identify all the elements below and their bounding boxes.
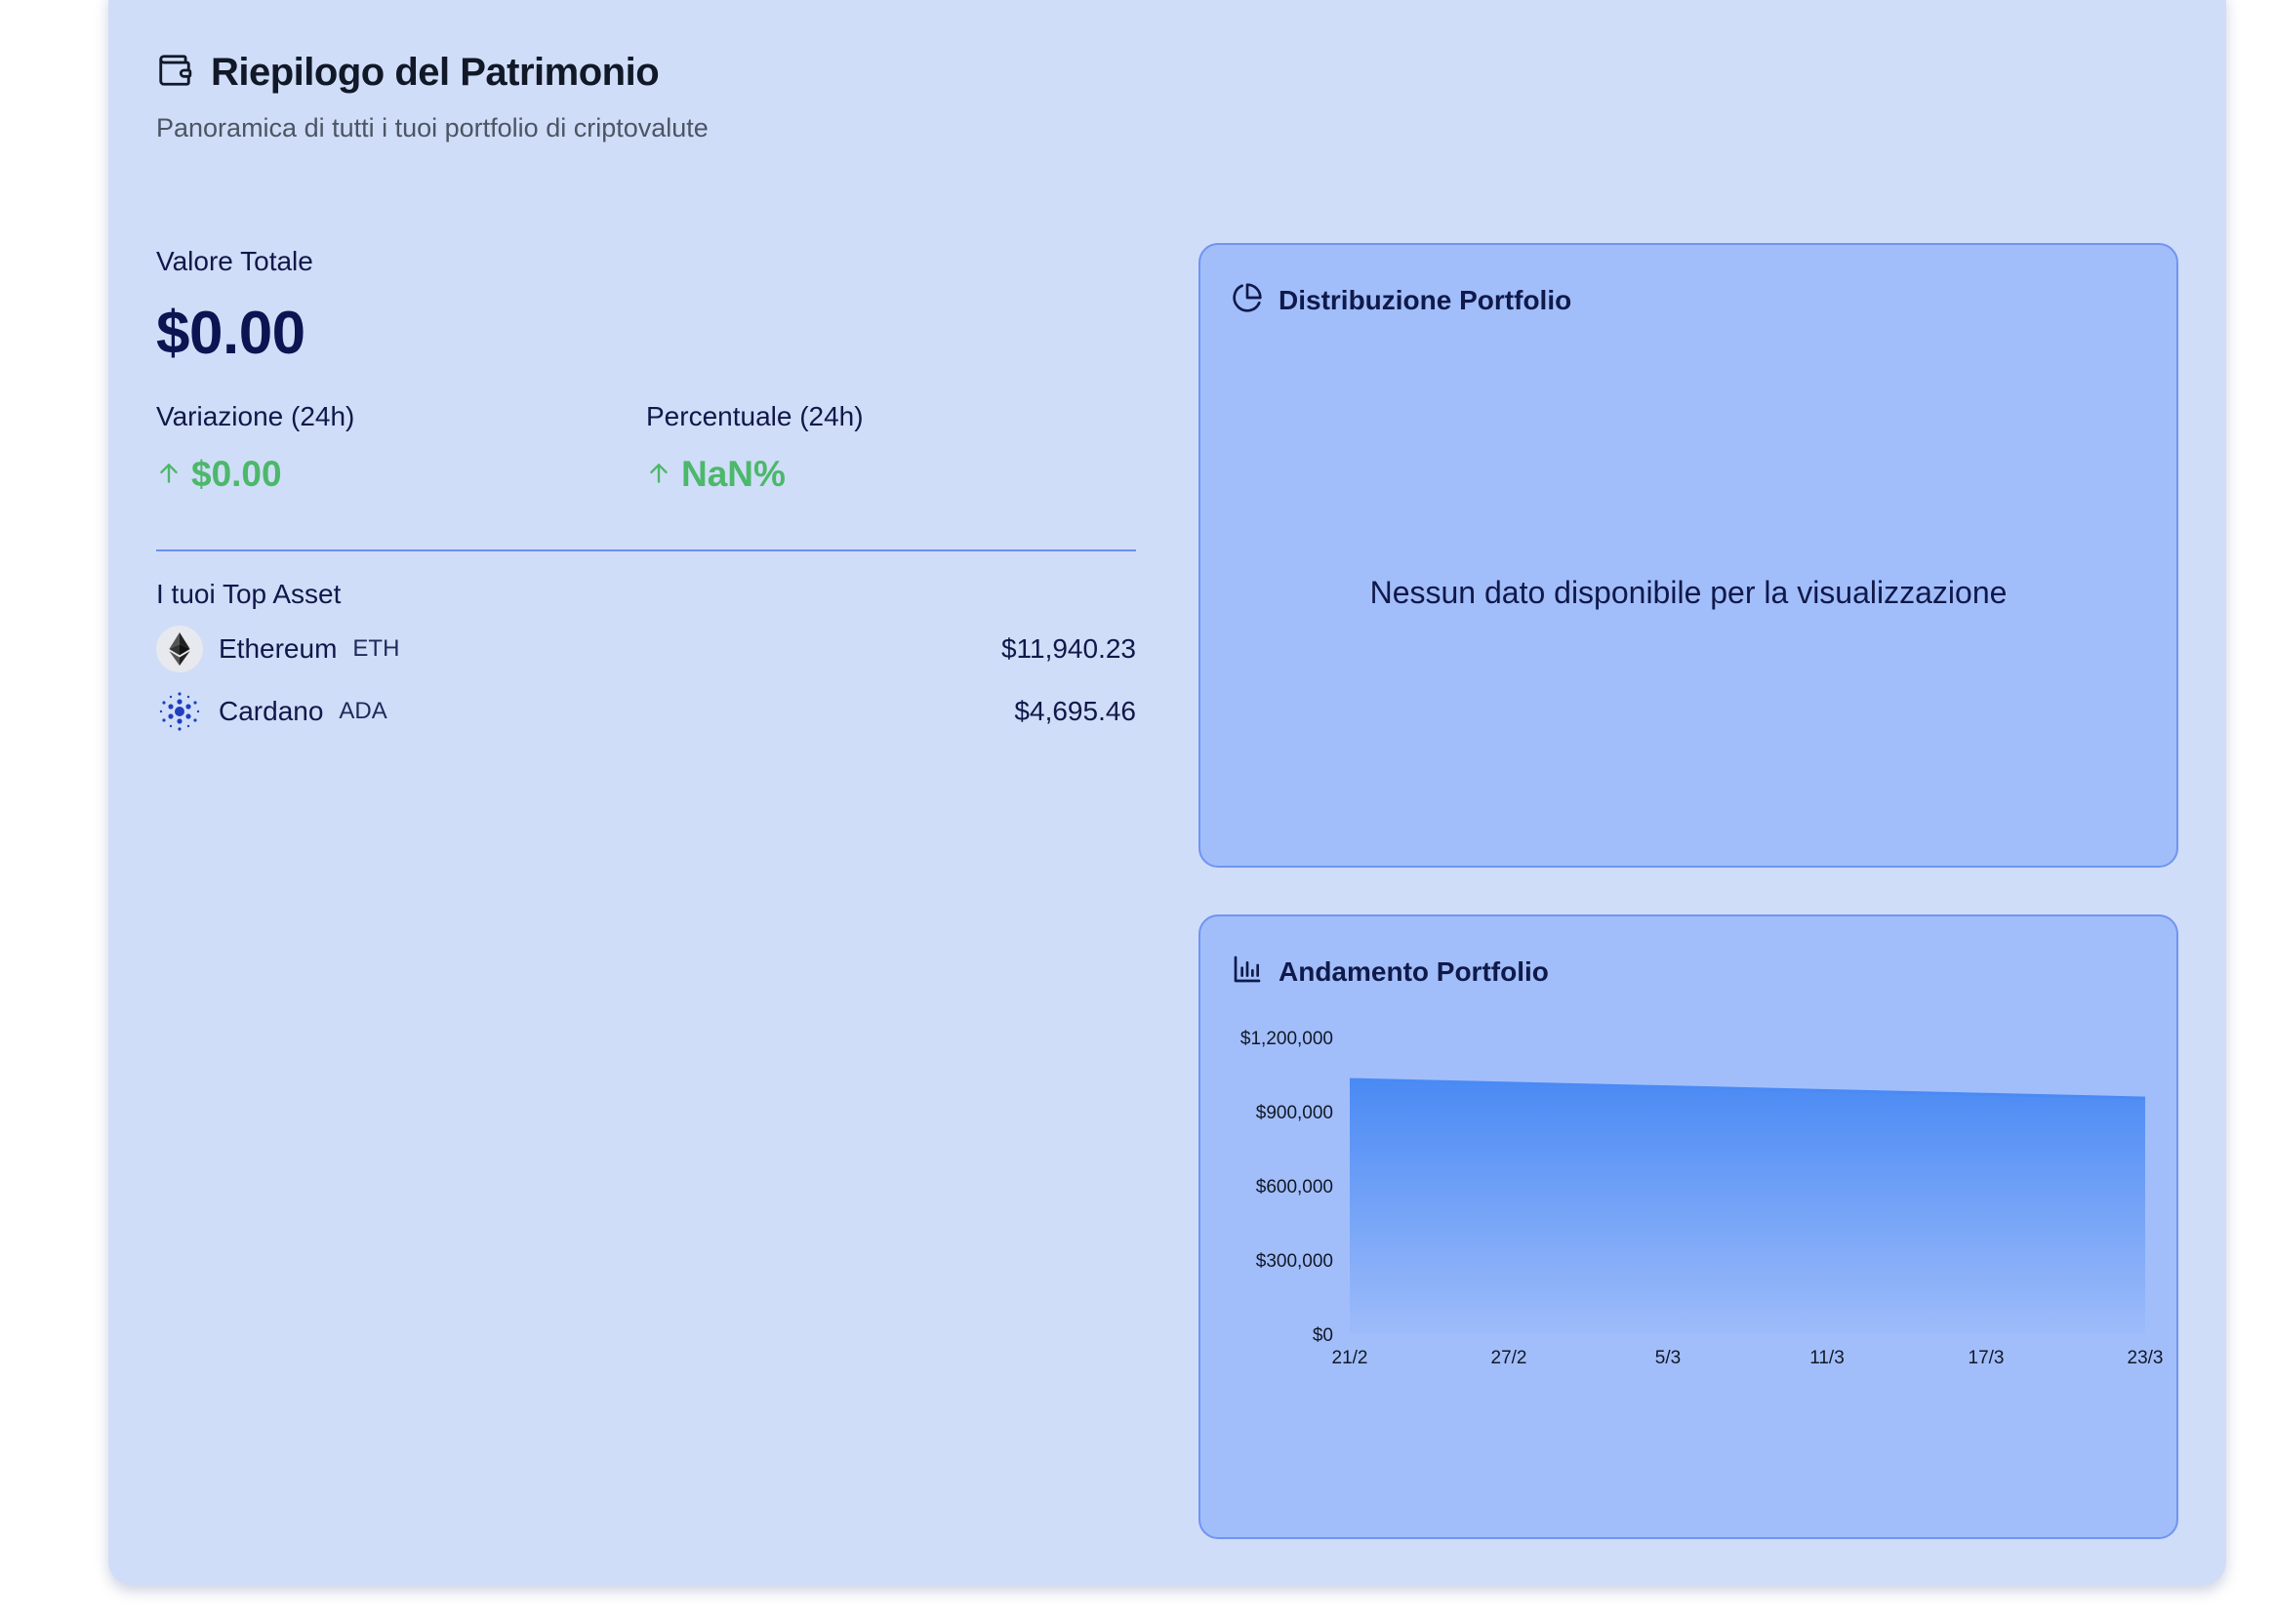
x-tick-label: 17/3 (1969, 1348, 2005, 1368)
changes-row: Variazione (24h) $0.00 Percentuale (24h)… (156, 401, 1136, 495)
change-24h: Variazione (24h) $0.00 (156, 401, 646, 495)
trend-chart: $0 $300,000 $600,000 $900,000 $1,200,000 21/2… (1240, 1029, 2164, 1368)
asset-value: $4,695.46 (1014, 696, 1136, 726)
distribution-header: Distribuzione Portfolio (1232, 282, 1571, 318)
asset-row-ethereum[interactable]: Ethereum ETH $11,940.23 (156, 626, 1136, 672)
percent-value-row: NaN% (646, 454, 1136, 495)
summary-section: Valore Totale $0.00 Variazione (24h) $0.… (156, 246, 1136, 735)
page-title: Riepilogo del Patrimonio (211, 50, 660, 94)
y-tick-label: $0 (1313, 1325, 1333, 1346)
x-tick-label: 11/3 (1809, 1348, 1845, 1368)
header: Riepilogo del Patrimonio Panoramica di t… (156, 51, 709, 143)
page-subtitle: Panoramica di tutti i tuoi portfolio di … (156, 113, 709, 142)
asset-value: $11,940.23 (1000, 633, 1136, 664)
ethereum-icon (156, 626, 203, 672)
change-value: $0.00 (191, 454, 282, 494)
area-fill (1350, 1079, 2145, 1334)
arrow-up-icon (156, 454, 182, 495)
x-tick-label: 23/3 (2128, 1348, 2164, 1368)
distribution-panel: Distribuzione Portfolio Nessun dato disp… (1198, 243, 2178, 868)
pie-chart-icon (1232, 282, 1263, 318)
empty-message: Nessun dato disponibile per la visualizz… (1369, 575, 2008, 610)
title-row: Riepilogo del Patrimonio (156, 51, 709, 94)
cardano-icon (156, 688, 203, 735)
percent-value: NaN% (681, 454, 786, 494)
x-tick-label: 21/2 (1332, 1348, 1368, 1368)
percent-24h: Percentuale (24h) NaN% (646, 401, 1136, 495)
asset-symbol: ADA (339, 698, 387, 724)
divider (156, 549, 1136, 551)
x-tick-label: 5/3 (1655, 1348, 1681, 1368)
asset-name: Ethereum (219, 633, 338, 664)
total-value-label: Valore Totale (156, 246, 313, 276)
trend-panel: Andamento Portfolio $0 $300,000 $600,000 $9… (1198, 914, 2178, 1539)
percent-label: Percentuale (24h) (646, 401, 864, 431)
total-value: $0.00 (156, 300, 305, 367)
y-tick-label: $1,200,000 (1240, 1029, 1333, 1049)
asset-name: Cardano (219, 696, 324, 726)
arrow-up-icon (646, 454, 671, 495)
asset-row-cardano[interactable]: Cardano ADA $4,695.46 (156, 688, 1136, 735)
asset-symbol: ETH (352, 635, 400, 662)
wallet-icon (156, 52, 193, 94)
y-tick-label: $600,000 (1256, 1177, 1333, 1198)
distribution-title: Distribuzione Portfolio (1279, 284, 1572, 315)
change-value-row: $0.00 (156, 454, 646, 495)
y-tick-label: $900,000 (1256, 1103, 1333, 1123)
change-label: Variazione (24h) (156, 401, 355, 431)
top-assets-title: I tuoi Top Asset (156, 579, 342, 609)
x-tick-label: 27/2 (1491, 1348, 1527, 1368)
y-tick-label: $300,000 (1256, 1251, 1333, 1272)
